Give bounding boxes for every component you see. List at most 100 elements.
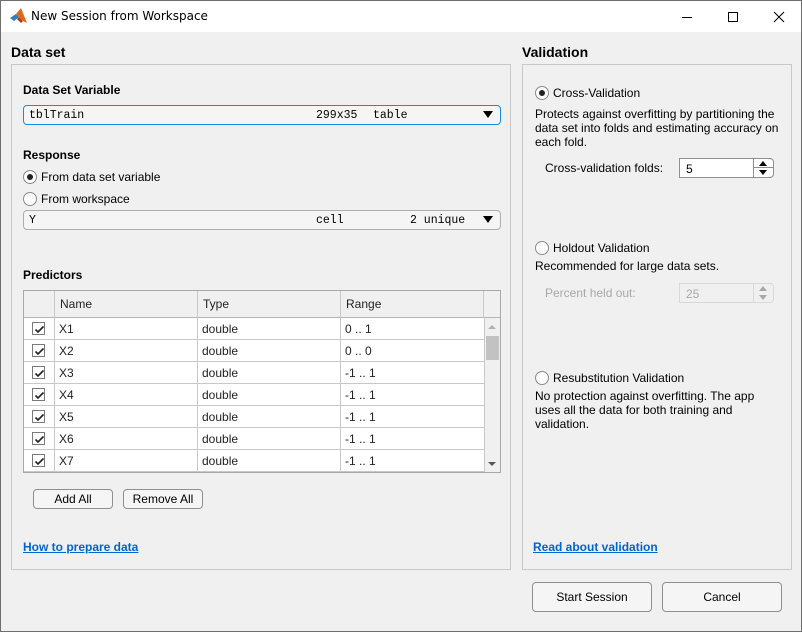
scroll-up-icon[interactable]	[488, 325, 496, 329]
range-value: -1 .. 1	[345, 432, 376, 446]
column-header-range[interactable]: Range	[341, 291, 484, 318]
cross-validation-radio[interactable]: Cross-Validation	[535, 84, 640, 102]
percent-held-out-spinner[interactable]: 25	[679, 283, 774, 303]
window-title: New Session from Workspace	[31, 9, 208, 23]
select-cell	[24, 318, 55, 339]
name-cell: X4	[55, 384, 198, 405]
range-value: -1 .. 1	[345, 454, 376, 468]
name-value: X6	[59, 432, 74, 446]
checkmark-icon	[34, 457, 45, 466]
type-value: double	[202, 388, 239, 402]
radio-button-icon[interactable]	[23, 192, 37, 206]
range-cell: -1 .. 1	[341, 406, 485, 427]
title-bar[interactable]: New Session from Workspace	[1, 1, 801, 32]
dataset-variable-name: tblTrain	[29, 109, 85, 122]
name-value: X5	[59, 410, 74, 424]
cross-validation-folds-value[interactable]: 5	[686, 162, 693, 176]
percent-held-out-value[interactable]: 25	[686, 287, 699, 301]
type-cell: double	[198, 450, 341, 471]
holdout-validation-radio[interactable]: Holdout Validation	[535, 239, 650, 257]
predictor-checkbox[interactable]	[32, 454, 45, 467]
table-scrollbar[interactable]	[485, 318, 500, 472]
table-row[interactable]: X5 double -1 .. 1	[24, 406, 485, 428]
maximize-icon	[728, 11, 738, 22]
type-value: double	[202, 322, 239, 336]
minimize-button[interactable]	[664, 1, 710, 32]
table-row[interactable]: X7 double -1 .. 1	[24, 450, 485, 472]
name-cell: X6	[55, 428, 198, 449]
range-cell: -1 .. 1	[341, 450, 485, 471]
table-row[interactable]: X3 double -1 .. 1	[24, 362, 485, 384]
type-cell: double	[198, 384, 341, 405]
checkmark-icon	[34, 435, 45, 444]
radio-button-icon[interactable]	[535, 371, 549, 385]
name-cell: X3	[55, 362, 198, 383]
maximize-button[interactable]	[710, 1, 756, 32]
spinner-down-icon[interactable]	[759, 170, 767, 175]
dialog-window: New Session from Workspace Data set Data…	[0, 0, 802, 632]
cancel-button[interactable]: Cancel	[662, 582, 782, 612]
name-value: X1	[59, 322, 74, 336]
response-name: Y	[29, 214, 36, 227]
name-value: X2	[59, 344, 74, 358]
range-value: -1 .. 1	[345, 388, 376, 402]
spinner-divider	[754, 167, 773, 168]
table-body: X1 double 0 .. 1 X2 double 0 .. 0 X3 double -1 .…	[24, 318, 485, 472]
remove-all-button[interactable]: Remove All	[123, 489, 203, 509]
type-value: double	[202, 344, 239, 358]
column-header-name[interactable]: Name	[55, 291, 198, 318]
spinner-up-icon[interactable]	[759, 286, 767, 291]
predictor-checkbox[interactable]	[32, 432, 45, 445]
response-type: cell	[316, 214, 344, 227]
spinner-down-icon[interactable]	[759, 295, 767, 300]
spinner-up-icon[interactable]	[759, 161, 767, 166]
radio-button-icon[interactable]	[535, 241, 549, 255]
table-row[interactable]: X6 double -1 .. 1	[24, 428, 485, 450]
table-row[interactable]: X2 double 0 .. 0	[24, 340, 485, 362]
predictor-checkbox[interactable]	[32, 366, 45, 379]
read-about-validation-link[interactable]: Read about validation	[533, 540, 658, 554]
response-dropdown[interactable]: Y cell 2 unique	[23, 210, 501, 230]
range-value: -1 .. 1	[345, 410, 376, 424]
column-header-select[interactable]	[24, 291, 55, 318]
select-cell	[24, 340, 55, 361]
range-cell: 0 .. 0	[341, 340, 485, 361]
radio-button-checked-icon[interactable]	[535, 86, 549, 100]
predictor-checkbox[interactable]	[32, 322, 45, 335]
range-cell: 0 .. 1	[341, 318, 485, 339]
predictors-label: Predictors	[23, 268, 83, 282]
range-value: 0 .. 1	[345, 322, 372, 336]
resubstitution-validation-radio[interactable]: Resubstitution Validation	[535, 369, 684, 387]
type-value: double	[202, 432, 239, 446]
response-from-workspace-radio[interactable]: From workspace	[23, 190, 130, 208]
type-cell: double	[198, 318, 341, 339]
matlab-logo-icon	[10, 8, 27, 23]
scrollbar-thumb[interactable]	[486, 336, 499, 360]
select-cell	[24, 362, 55, 383]
table-row[interactable]: X1 double 0 .. 1	[24, 318, 485, 340]
dataset-variable-dropdown[interactable]: tblTrain 299x35 table	[23, 105, 501, 125]
name-cell: X1	[55, 318, 198, 339]
cross-validation-folds-spinner[interactable]: 5	[679, 158, 774, 178]
spinner-buttons[interactable]	[753, 284, 773, 302]
scroll-down-icon[interactable]	[488, 462, 496, 466]
table-row[interactable]: X4 double -1 .. 1	[24, 384, 485, 406]
add-all-button[interactable]: Add All	[33, 489, 113, 509]
how-to-prepare-data-link[interactable]: How to prepare data	[23, 540, 138, 554]
select-cell	[24, 384, 55, 405]
column-header-spacer	[484, 291, 500, 318]
predictor-checkbox[interactable]	[32, 388, 45, 401]
dataset-section-title: Data set	[11, 44, 66, 60]
close-button[interactable]	[756, 1, 802, 32]
start-session-button[interactable]: Start Session	[532, 582, 652, 612]
column-header-type[interactable]: Type	[198, 291, 341, 318]
spinner-buttons[interactable]	[753, 159, 773, 177]
predictor-checkbox[interactable]	[32, 410, 45, 423]
range-cell: -1 .. 1	[341, 428, 485, 449]
radio-button-checked-icon[interactable]	[23, 170, 37, 184]
checkmark-icon	[34, 369, 45, 378]
dataset-variable-label: Data Set Variable	[23, 83, 121, 97]
predictor-checkbox[interactable]	[32, 344, 45, 357]
range-cell: -1 .. 1	[341, 362, 485, 383]
response-from-dataset-radio[interactable]: From data set variable	[23, 168, 160, 186]
